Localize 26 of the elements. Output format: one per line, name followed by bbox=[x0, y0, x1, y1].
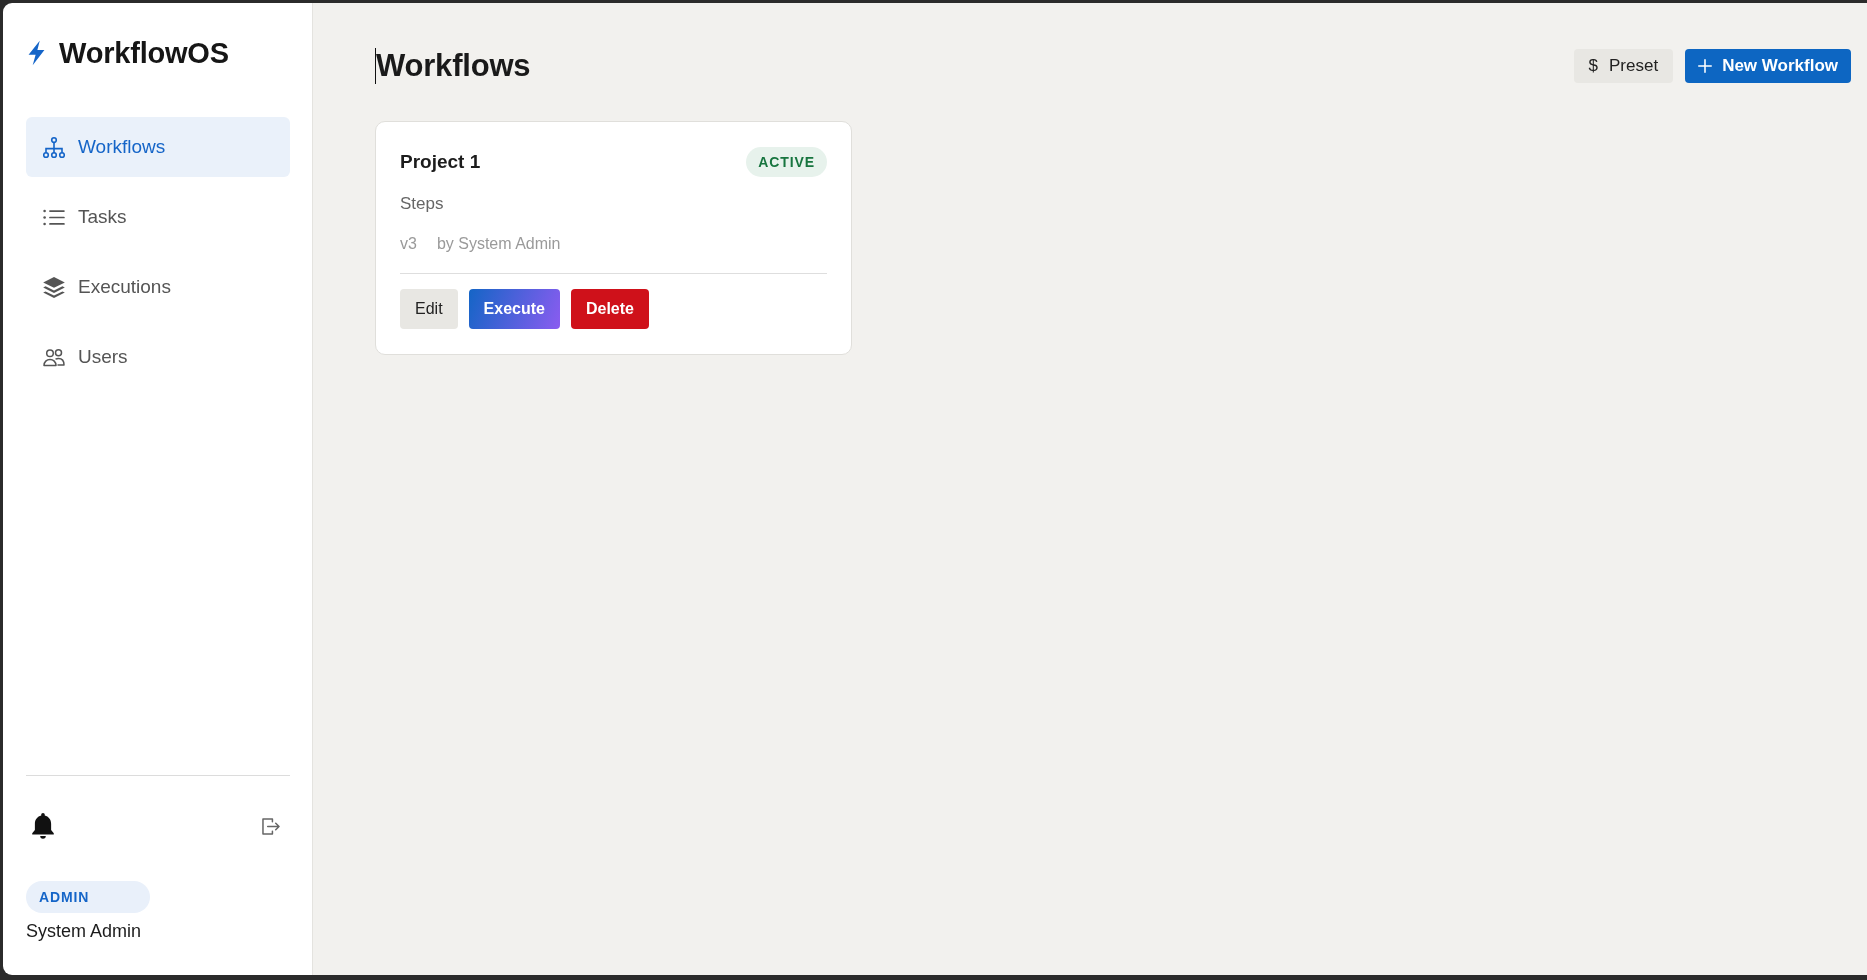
delete-button[interactable]: Delete bbox=[570, 289, 649, 329]
role-badge: ADMIN bbox=[26, 881, 150, 913]
logout-icon[interactable] bbox=[262, 817, 280, 835]
preset-button[interactable]: $ Preset bbox=[1573, 49, 1674, 83]
new-workflow-button[interactable]: New Workflow bbox=[1685, 49, 1851, 83]
version-label: v3 bbox=[400, 234, 417, 254]
status-badge: ACTIVE bbox=[746, 147, 827, 177]
edit-button[interactable]: Edit bbox=[400, 289, 458, 329]
layers-icon bbox=[43, 276, 65, 298]
execute-button[interactable]: Execute bbox=[468, 289, 560, 329]
user-name: System Admin bbox=[26, 920, 142, 942]
card-title: Project 1 bbox=[400, 151, 481, 173]
workflow-description: Steps bbox=[400, 194, 444, 214]
page-title: Workflows bbox=[375, 48, 531, 84]
bell-icon[interactable] bbox=[32, 813, 54, 839]
users-icon bbox=[43, 346, 65, 368]
sidebar-nav-item[interactable]: Tasks bbox=[26, 187, 290, 247]
lightning-bolt-icon bbox=[28, 40, 45, 66]
sidebar-nav-item[interactable]: Workflows bbox=[26, 117, 290, 177]
app-name: WorkflowOS bbox=[59, 36, 229, 70]
plus-icon bbox=[1698, 59, 1713, 73]
sidebar-nav-item[interactable]: Executions bbox=[26, 257, 290, 317]
hierarchy-icon bbox=[43, 136, 65, 158]
dollar-icon: $ bbox=[1588, 56, 1598, 76]
author-label: by System Admin bbox=[436, 234, 561, 254]
sidebar-nav-item[interactable]: Users bbox=[26, 327, 290, 387]
